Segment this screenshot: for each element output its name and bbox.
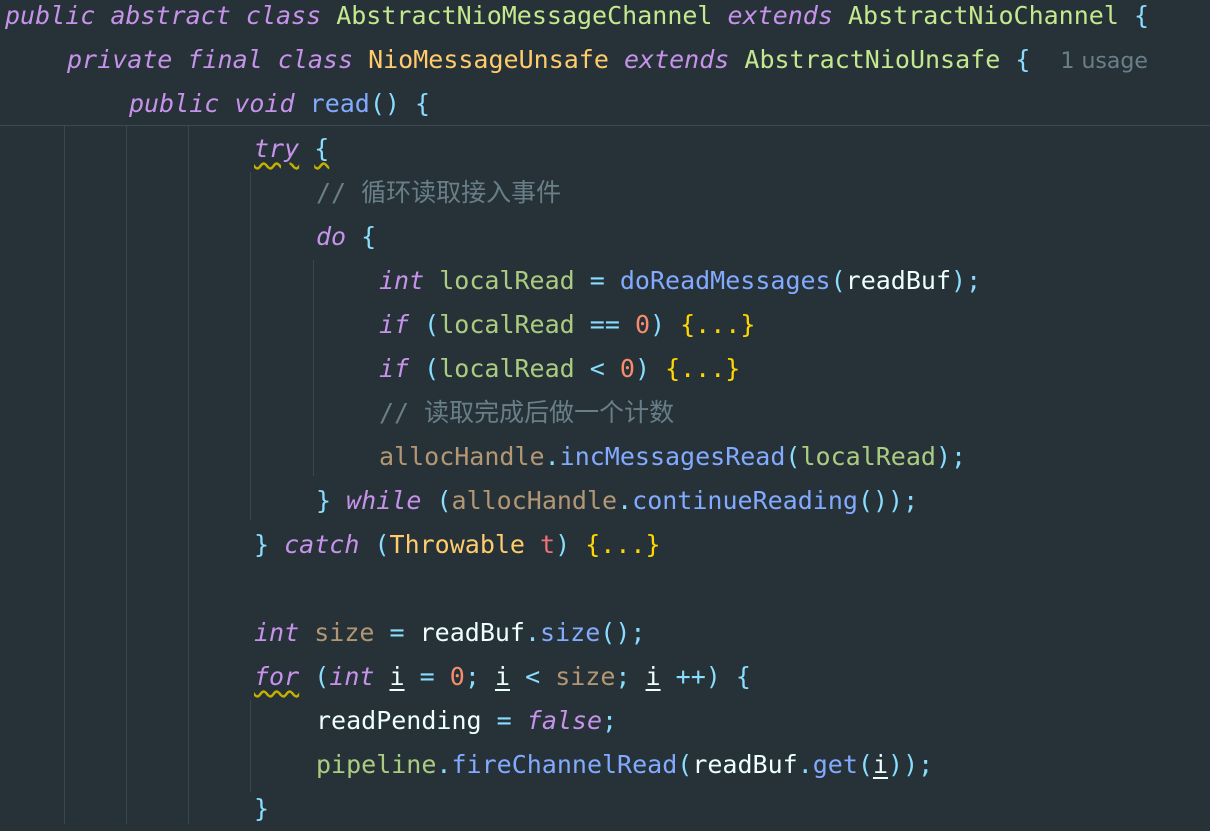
indent-guide bbox=[250, 172, 251, 520]
code-line-size[interactable]: int size = readBuf.size(); bbox=[254, 611, 645, 655]
code-line-fire-channel-read[interactable]: pipeline.fireChannelRead(readBuf.get(i))… bbox=[316, 743, 933, 787]
code-line-catch[interactable]: } catch (Throwable t) {...} bbox=[254, 523, 661, 567]
code-line-close-for[interactable]: } bbox=[254, 787, 269, 831]
folded-block[interactable]: {...} bbox=[665, 354, 740, 383]
sticky-scope-header: public abstract class AbstractNioMessage… bbox=[0, 0, 1210, 126]
usage-hint[interactable]: 1 usage bbox=[1061, 49, 1148, 74]
code-line-inc-messages[interactable]: allocHandle.incMessagesRead(localRead); bbox=[379, 435, 966, 479]
code-line-while[interactable]: } while (allocHandle.continueReading()); bbox=[316, 479, 918, 523]
code-line-try[interactable]: try { bbox=[254, 127, 329, 171]
indent-guide bbox=[64, 126, 65, 824]
code-line-do[interactable]: do { bbox=[316, 215, 376, 259]
indent-guide bbox=[250, 700, 251, 792]
folded-block[interactable]: {...} bbox=[680, 310, 755, 339]
inner-class-declaration-line[interactable]: private final class NioMessageUnsafe ext… bbox=[67, 38, 1148, 82]
class-declaration-line[interactable]: public abstract class AbstractNioMessage… bbox=[5, 0, 1149, 38]
indent-guide bbox=[188, 126, 189, 824]
code-comment-loop[interactable]: // 循环读取接入事件 bbox=[316, 171, 561, 215]
indent-guide bbox=[313, 260, 314, 476]
code-comment-count[interactable]: // 读取完成后做一个计数 bbox=[379, 391, 674, 435]
code-line-read-pending[interactable]: readPending = false; bbox=[316, 699, 617, 743]
method-declaration-line[interactable]: public void read() { bbox=[129, 82, 430, 126]
indent-guide bbox=[126, 126, 127, 824]
code-line-for[interactable]: for (int i = 0; i < size; i ++) { bbox=[254, 655, 751, 699]
code-line-if-negative[interactable]: if (localRead < 0) {...} bbox=[379, 347, 740, 391]
code-line-if-zero[interactable]: if (localRead == 0) {...} bbox=[379, 303, 755, 347]
code-line-localread-assign[interactable]: int localRead = doReadMessages(readBuf); bbox=[379, 259, 981, 303]
folded-block[interactable]: {...} bbox=[585, 530, 660, 559]
code-editor[interactable]: public abstract class AbstractNioMessage… bbox=[0, 0, 1210, 824]
